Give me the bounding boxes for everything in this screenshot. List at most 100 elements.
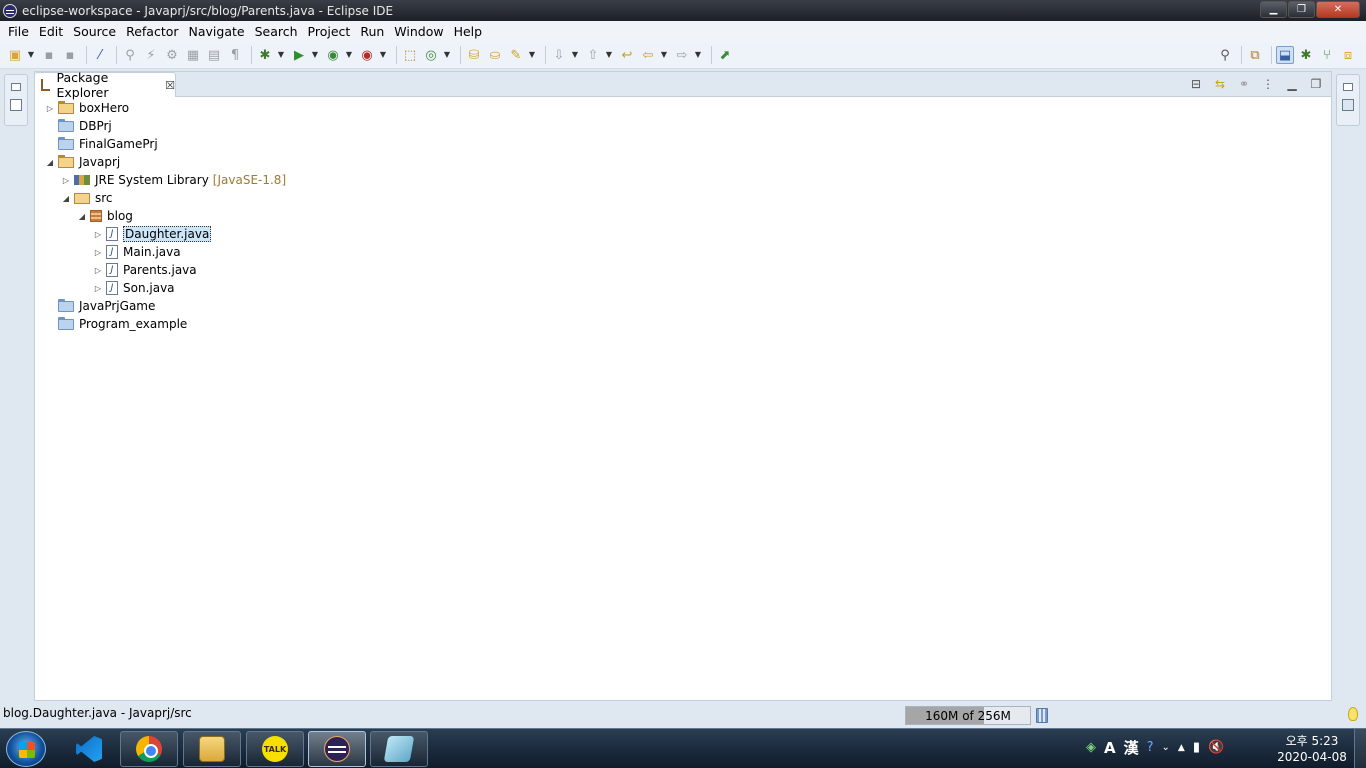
run-dropdown-icon[interactable]: ▼ <box>311 46 319 64</box>
tree-item-finalgameprj[interactable]: FinalGamePrj <box>45 135 158 153</box>
previous-annotation-dropdown-icon[interactable]: ▼ <box>605 46 613 64</box>
forward-icon[interactable]: ⇨ <box>673 46 691 64</box>
back-icon[interactable]: ⇦ <box>639 46 657 64</box>
outline-view-icon[interactable] <box>10 99 22 111</box>
restore-icon[interactable] <box>11 83 21 91</box>
search-tool-dropdown-icon[interactable]: ▼ <box>528 46 536 64</box>
maximize-view-icon[interactable]: ❐ <box>1307 75 1325 93</box>
show-desktop-button[interactable] <box>1354 729 1366 768</box>
show-whitespace-icon[interactable]: ¶ <box>226 46 244 64</box>
external-tools-icon[interactable]: ◉ <box>358 46 376 64</box>
search-icon[interactable]: ⚲ <box>1216 46 1234 64</box>
expand-icon[interactable]: ▷ <box>45 104 55 113</box>
debug-step-icon[interactable]: ⚙ <box>163 46 181 64</box>
collapse-icon[interactable]: ◢ <box>77 212 87 221</box>
open-type-folder-icon[interactable]: ⛁ <box>465 46 483 64</box>
close-button[interactable]: ✕ <box>1316 1 1360 18</box>
open-type-icon[interactable]: ⚲ <box>121 46 139 64</box>
taskbar-file-explorer[interactable] <box>183 731 241 767</box>
minimize-view-icon[interactable]: ▁ <box>1283 75 1301 93</box>
skip-breakpoints-icon[interactable]: ⚡ <box>142 46 160 64</box>
taskbar-vscode[interactable] <box>60 731 118 767</box>
view-menu-icon[interactable]: ⋮ <box>1259 75 1277 93</box>
tree-item-program-example[interactable]: Program_example <box>45 315 187 333</box>
expand-icon[interactable]: ▷ <box>93 284 103 293</box>
open-task-icon[interactable]: ⛀ <box>486 46 504 64</box>
back-dropdown-icon[interactable]: ▼ <box>660 46 668 64</box>
pin-editor-icon[interactable]: ⬈ <box>716 46 734 64</box>
expand-icon[interactable]: ▷ <box>93 248 103 257</box>
block-selection-icon[interactable]: ▤ <box>205 46 223 64</box>
show-hidden-icons-icon[interactable]: ▲ <box>1178 743 1185 753</box>
task-list-icon[interactable] <box>1342 99 1354 111</box>
previous-annotation-icon[interactable]: ⇧ <box>584 46 602 64</box>
ime-hanja[interactable]: 漢 <box>1124 737 1139 758</box>
debug-icon[interactable]: ✱ <box>256 46 274 64</box>
menu-run[interactable]: Run <box>355 24 389 39</box>
menu-navigate[interactable]: Navigate <box>184 24 250 39</box>
tree-item-dbprj[interactable]: DBPrj <box>45 117 112 135</box>
menu-window[interactable]: Window <box>389 24 448 39</box>
tab-package-explorer[interactable]: Package Explorer ☒ <box>35 70 176 100</box>
toggle-breakpoint-icon[interactable]: ⁄ <box>91 46 109 64</box>
expand-icon[interactable]: ▷ <box>93 266 103 275</box>
tip-bulb-icon[interactable] <box>1348 707 1358 721</box>
tree-item-son-java[interactable]: ▷ J Son.java <box>93 279 175 297</box>
menu-refactor[interactable]: Refactor <box>121 24 183 39</box>
last-edit-location-icon[interactable]: ↩ <box>618 46 636 64</box>
tree-item-daughter-java[interactable]: ▷ J Daughter.java <box>93 225 212 243</box>
tree-item-javaprj[interactable]: ◢ Javaprj <box>45 153 120 171</box>
maximize-button[interactable]: ❐ <box>1288 1 1315 18</box>
menu-edit[interactable]: Edit <box>34 24 68 39</box>
tree-item-javaprjgame[interactable]: JavaPrjGame <box>45 297 155 315</box>
menu-source[interactable]: Source <box>68 24 121 39</box>
restore-icon[interactable] <box>1343 83 1353 91</box>
forward-dropdown-icon[interactable]: ▼ <box>694 46 702 64</box>
expand-icon[interactable]: ▷ <box>93 230 103 239</box>
collapse-icon[interactable]: ◢ <box>45 158 55 167</box>
expand-icon[interactable]: ▷ <box>61 176 71 185</box>
collapse-icon[interactable]: ◢ <box>61 194 71 203</box>
volume-muted-icon[interactable]: 🔇 <box>1208 740 1224 755</box>
tree-item-boxhero[interactable]: ▷ boxHero <box>45 99 129 117</box>
language-bar-icon[interactable]: ◈ <box>1086 740 1096 755</box>
java-perspective-icon[interactable]: ⬓ <box>1276 46 1294 64</box>
taskbar-eclipse[interactable] <box>308 731 366 767</box>
new-class-dropdown-icon[interactable]: ▼ <box>443 46 451 64</box>
minimize-button[interactable]: ▁ <box>1260 1 1287 18</box>
heap-status[interactable]: 160M of 256M <box>905 706 1031 725</box>
garbage-collect-icon[interactable] <box>1036 708 1048 723</box>
new-java-project-icon[interactable]: ⬚ <box>401 46 419 64</box>
menu-file[interactable]: File <box>3 24 34 39</box>
new-dropdown-icon[interactable]: ▼ <box>27 46 35 64</box>
system-clock[interactable]: 오후 5:23 2020-04-08 <box>1270 733 1354 765</box>
start-button[interactable] <box>6 731 46 767</box>
debug-dropdown-icon[interactable]: ▼ <box>277 46 285 64</box>
mark-occurrences-icon[interactable]: ▦ <box>184 46 202 64</box>
filter-icon[interactable]: ⚭ <box>1235 75 1253 93</box>
save-all-icon[interactable]: ▪ <box>61 46 79 64</box>
save-icon[interactable]: ▪ <box>40 46 58 64</box>
tree-item-src[interactable]: ◢ src <box>61 189 113 207</box>
next-annotation-icon[interactable]: ⇩ <box>550 46 568 64</box>
external-tools-dropdown-icon[interactable]: ▼ <box>379 46 387 64</box>
new-class-icon[interactable]: ◎ <box>422 46 440 64</box>
ime-mode[interactable]: A <box>1104 739 1116 757</box>
coverage-dropdown-icon[interactable]: ▼ <box>345 46 353 64</box>
debug-perspective-icon[interactable]: ✱ <box>1297 46 1315 64</box>
collapse-all-icon[interactable]: ⊟ <box>1187 75 1205 93</box>
tree-item-blog[interactable]: ◢ blog <box>77 207 133 225</box>
git-perspective-icon[interactable]: ⑂ <box>1318 46 1336 64</box>
tree-item-main-java[interactable]: ▷ J Main.java <box>93 243 181 261</box>
resource-perspective-icon[interactable]: ⧈ <box>1339 46 1357 64</box>
close-tab-icon[interactable]: ☒ <box>165 79 175 92</box>
new-icon[interactable]: ▣ <box>6 46 24 64</box>
search-tool-icon[interactable]: ✎ <box>507 46 525 64</box>
coverage-icon[interactable]: ◉ <box>324 46 342 64</box>
run-icon[interactable]: ▶ <box>290 46 308 64</box>
ime-options-icon[interactable]: ⌄ <box>1162 742 1170 753</box>
help-icon[interactable]: ? <box>1147 740 1154 755</box>
next-annotation-dropdown-icon[interactable]: ▼ <box>571 46 579 64</box>
tree-item-parents-java[interactable]: ▷ J Parents.java <box>93 261 197 279</box>
link-with-editor-icon[interactable]: ⇆ <box>1211 75 1229 93</box>
